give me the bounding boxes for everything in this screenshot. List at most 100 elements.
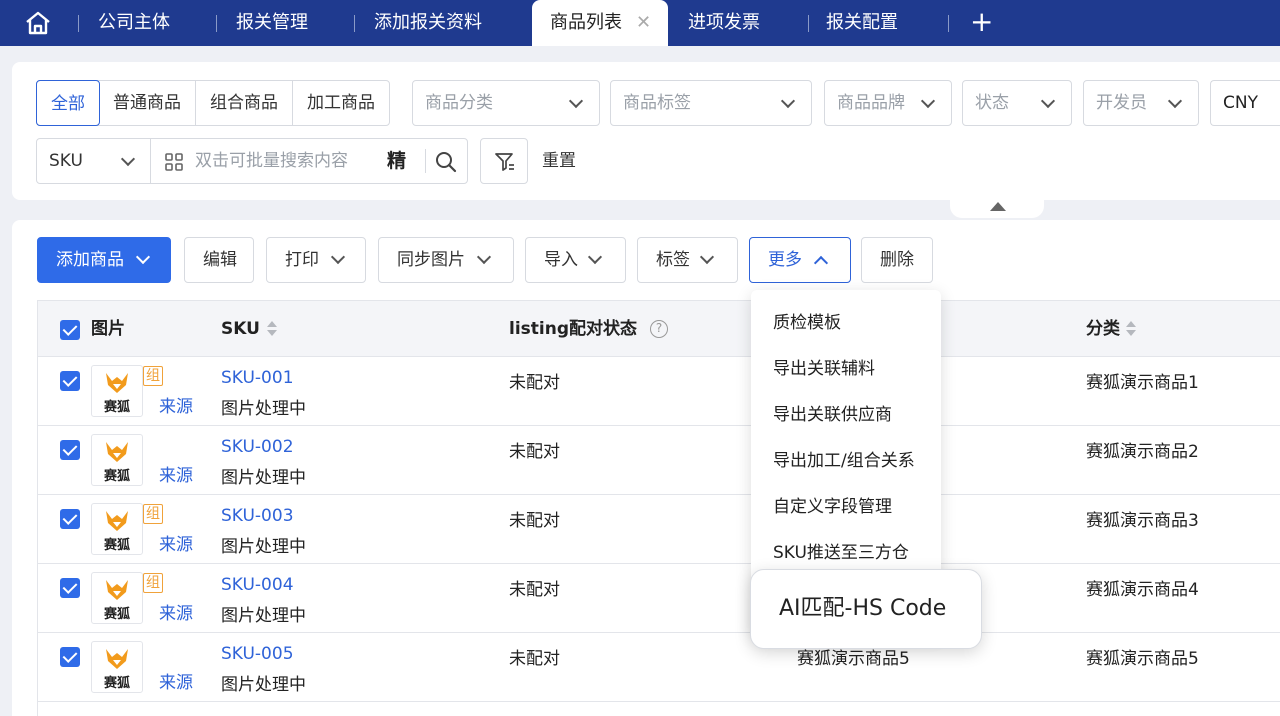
listing-match-status: 未配对 <box>509 649 560 669</box>
print-label: 打印 <box>285 250 319 270</box>
collapse-filter-toggle[interactable] <box>950 200 1044 218</box>
image-status: 图片处理中 <box>221 606 306 626</box>
status-select[interactable]: 状态 <box>962 80 1072 126</box>
tab-company[interactable]: 公司主体 <box>98 0 170 46</box>
category-placeholder: 商品分类 <box>425 93 493 113</box>
tag-select[interactable]: 商品标签 <box>610 80 812 126</box>
menu-item-export-suppliers[interactable]: 导出关联供应商 <box>773 400 892 425</box>
sku-link[interactable]: SKU-003 <box>221 506 294 526</box>
home-icon[interactable] <box>24 10 52 36</box>
segment-combo[interactable]: 组合商品 <box>196 81 293 125</box>
sync-images-label: 同步图片 <box>397 250 465 270</box>
sku-link[interactable]: SKU-005 <box>221 644 294 664</box>
table-header: 图片 SKU listing配对状态 ? 分类 <box>38 301 1280 357</box>
source-link[interactable]: 来源 <box>159 599 193 624</box>
delete-button[interactable]: 删除 <box>861 237 933 283</box>
sync-images-button[interactable]: 同步图片 <box>378 237 514 283</box>
grid-icon[interactable] <box>165 153 183 171</box>
currency-select[interactable]: CNY <box>1210 80 1280 126</box>
chevron-down-icon <box>135 249 151 265</box>
add-product-button[interactable]: 添加商品 <box>37 237 171 283</box>
tab-customs[interactable]: 报关管理 <box>236 0 308 46</box>
tab-divider <box>354 15 355 32</box>
source-link[interactable]: 来源 <box>159 530 193 555</box>
source-link[interactable]: 来源 <box>159 392 193 417</box>
add-tab-icon[interactable]: + <box>970 0 993 44</box>
row-checkbox[interactable] <box>60 578 80 598</box>
reset-button[interactable]: 重置 <box>542 138 576 184</box>
tag-placeholder: 商品标签 <box>623 93 691 113</box>
search-input[interactable]: 双击可批量搜索内容 <box>195 139 348 183</box>
segment-all[interactable]: 全部 <box>36 80 100 126</box>
product-thumbnail[interactable]: 赛狐 <box>91 365 143 417</box>
category-select[interactable]: 商品分类 <box>412 80 600 126</box>
row-checkbox[interactable] <box>60 647 80 667</box>
listing-match-status: 未配对 <box>509 373 560 393</box>
tab-customs-config[interactable]: 报关配置 <box>826 0 898 46</box>
row-checkbox[interactable] <box>60 509 80 529</box>
search-field-value: SKU <box>49 151 83 171</box>
edit-button[interactable]: 编辑 <box>184 237 254 283</box>
source-link[interactable]: 来源 <box>159 461 193 486</box>
search-field-select[interactable]: SKU <box>37 139 151 183</box>
advanced-filter-button[interactable] <box>480 138 528 184</box>
tab-product-list[interactable]: 商品列表 ✕ <box>532 0 668 46</box>
menu-item-custom-fields[interactable]: 自定义字段管理 <box>773 492 892 517</box>
fox-logo-icon <box>106 649 128 669</box>
fox-logo-icon <box>106 442 128 462</box>
fox-logo-icon <box>106 511 128 531</box>
row-checkbox[interactable] <box>60 371 80 391</box>
tags-button[interactable]: 标签 <box>637 237 738 283</box>
tab-divider <box>216 15 217 32</box>
listing-match-status: 未配对 <box>509 511 560 531</box>
status-placeholder: 状态 <box>975 93 1009 113</box>
row-checkbox[interactable] <box>60 440 80 460</box>
table-row: 赛狐 组 来源 SKU-004 图片处理中 未配对 赛狐演示商品4 <box>38 564 1280 633</box>
print-button[interactable]: 打印 <box>266 237 366 283</box>
col-category[interactable]: 分类 <box>1086 301 1120 357</box>
segment-normal[interactable]: 普通商品 <box>99 81 196 125</box>
product-thumbnail[interactable]: 赛狐 <box>91 434 143 486</box>
more-button[interactable]: 更多 <box>749 237 851 283</box>
segment-processed[interactable]: 加工商品 <box>293 81 389 125</box>
sku-link[interactable]: SKU-004 <box>221 575 294 595</box>
product-thumbnail[interactable]: 赛狐 <box>91 572 143 624</box>
chevron-down-icon <box>920 93 936 109</box>
close-icon[interactable]: ✕ <box>636 0 651 46</box>
tab-divider <box>78 15 79 32</box>
sku-link[interactable]: SKU-002 <box>221 437 294 457</box>
chevron-down-icon <box>330 249 346 265</box>
col-sku[interactable]: SKU <box>221 301 260 357</box>
import-button[interactable]: 导入 <box>525 237 626 283</box>
product-thumbnail[interactable]: 赛狐 <box>91 503 143 555</box>
search-icon[interactable] <box>435 151 457 173</box>
more-label: 更多 <box>768 250 802 270</box>
product-table: 图片 SKU listing配对状态 ? 分类 赛狐 组 来源 SKU-001 … <box>37 300 1280 716</box>
divider <box>425 149 426 173</box>
help-icon[interactable]: ? <box>650 320 668 338</box>
thumbnail-text: 赛狐 <box>103 538 130 553</box>
tags-label: 标签 <box>656 250 690 270</box>
col-listing-status: listing配对状态 <box>509 319 637 339</box>
sku-link[interactable]: SKU-001 <box>221 368 294 388</box>
listing-match-status: 未配对 <box>509 580 560 600</box>
menu-item-qc-template[interactable]: 质检模板 <box>773 308 841 333</box>
source-link[interactable]: 来源 <box>159 668 193 693</box>
brand-select[interactable]: 商品品牌 <box>824 80 952 126</box>
developer-select[interactable]: 开发员 <box>1083 80 1199 126</box>
product-thumbnail[interactable]: 赛狐 <box>91 641 143 693</box>
menu-item-ai-hs-code[interactable]: AI匹配-HS Code <box>750 569 982 649</box>
menu-item-export-relations[interactable]: 导出加工/组合关系 <box>773 446 915 471</box>
chevron-down-icon <box>699 249 715 265</box>
menu-item-export-materials[interactable]: 导出关联辅料 <box>773 354 875 379</box>
tab-add-customs[interactable]: 添加报关资料 <box>374 0 482 46</box>
tab-product-list-label: 商品列表 <box>550 12 622 33</box>
select-all-checkbox[interactable] <box>60 320 80 340</box>
chevron-down-icon <box>780 93 796 109</box>
category-value: 赛狐演示商品4 <box>1086 580 1199 600</box>
tab-invoice[interactable]: 进项发票 <box>688 0 760 46</box>
brand-placeholder: 商品品牌 <box>837 93 905 113</box>
main-panel: 添加商品 编辑 打印 同步图片 导入 标签 更多 删除 图片 SKU listi… <box>12 220 1280 716</box>
menu-item-push-3pl[interactable]: SKU推送至三方仓 <box>773 538 909 563</box>
exact-search-toggle[interactable]: 精 <box>387 139 406 183</box>
